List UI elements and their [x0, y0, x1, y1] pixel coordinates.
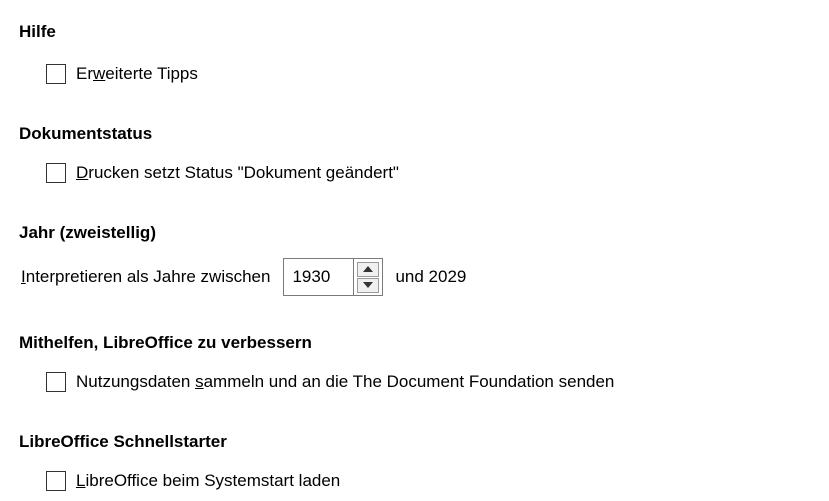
- section-title-docstatus: Dokumentstatus: [19, 124, 153, 143]
- year-input[interactable]: [283, 258, 354, 296]
- section-title-help: Hilfe: [19, 22, 56, 41]
- extended-tips-label[interactable]: Erweiterte Tipps: [76, 63, 198, 85]
- print-sets-modified-option[interactable]: Drucken setzt Status "Dokument geändert": [46, 161, 399, 185]
- year-range-label: Interpretieren als Jahre zwischen: [21, 267, 271, 286]
- year-range-row: Interpretieren als Jahre zwischen und 20…: [21, 257, 466, 297]
- print-sets-modified-checkbox[interactable]: [46, 163, 66, 183]
- year-spin-buttons[interactable]: [353, 258, 384, 296]
- collect-usage-data-checkbox[interactable]: [46, 372, 66, 392]
- year-spinbox[interactable]: [283, 258, 384, 296]
- year-range-suffix: und 2029: [395, 267, 467, 286]
- collect-usage-data-option[interactable]: Nutzungsdaten sammeln und an die The Doc…: [46, 370, 614, 394]
- year-spin-down-button[interactable]: [357, 277, 380, 293]
- load-on-startup-checkbox[interactable]: [46, 471, 66, 491]
- load-on-startup-option[interactable]: LibreOffice beim Systemstart laden: [46, 469, 340, 493]
- load-on-startup-label[interactable]: LibreOffice beim Systemstart laden: [76, 470, 340, 492]
- collect-usage-data-label[interactable]: Nutzungsdaten sammeln und an die The Doc…: [76, 371, 614, 393]
- section-title-quickstarter: LibreOffice Schnellstarter: [19, 432, 227, 451]
- triangle-down-icon: [363, 282, 374, 288]
- print-sets-modified-label[interactable]: Drucken setzt Status "Dokument geändert": [76, 162, 399, 184]
- extended-tips-option[interactable]: Erweiterte Tipps: [46, 62, 198, 86]
- triangle-up-icon: [363, 266, 374, 272]
- section-title-year: Jahr (zweistellig): [19, 223, 156, 242]
- section-title-help-improve: Mithelfen, LibreOffice zu verbessern: [19, 333, 312, 352]
- extended-tips-checkbox[interactable]: [46, 64, 66, 84]
- year-spin-up-button[interactable]: [357, 261, 380, 277]
